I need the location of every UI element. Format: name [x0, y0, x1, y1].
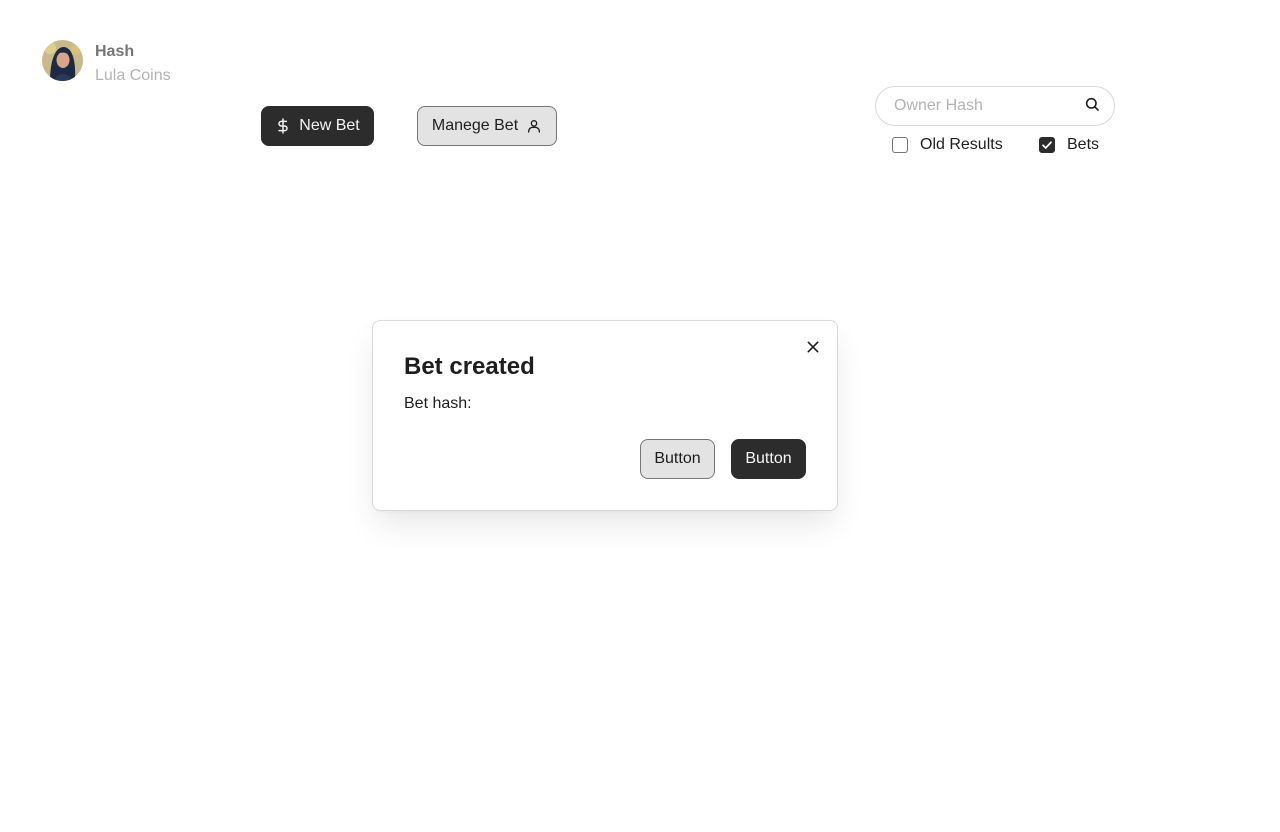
user-icon	[526, 118, 542, 134]
new-bet-button[interactable]: New Bet	[261, 106, 374, 146]
dialog-secondary-button[interactable]: Button	[640, 439, 715, 479]
dialog-primary-label: Button	[745, 450, 792, 467]
bet-created-dialog: Bet created Bet hash: Button Button	[372, 320, 838, 511]
manage-bet-label: Manege Bet	[431, 117, 519, 134]
search-icon[interactable]	[1084, 96, 1100, 117]
search-field[interactable]	[875, 86, 1115, 126]
manage-bet-button[interactable]: Manege Bet	[417, 106, 557, 146]
check-icon	[1042, 141, 1052, 149]
dialog-body: Bet hash:	[404, 395, 472, 412]
checkbox-unchecked[interactable]	[892, 137, 908, 153]
page: Hash Lula Coins New Bet Manege Bet Owner…	[0, 0, 1280, 832]
dialog-secondary-label: Button	[654, 450, 701, 467]
new-bet-label: New Bet	[299, 117, 360, 134]
checkbox-checked[interactable]	[1039, 137, 1055, 153]
search-input[interactable]	[892, 96, 1084, 116]
old-results-checkbox[interactable]: Old Results	[892, 136, 1003, 154]
avatar	[42, 40, 83, 81]
user-subtitle: Lula Coins	[95, 67, 171, 84]
bets-checkbox[interactable]: Bets	[1039, 136, 1099, 154]
dialog-primary-button[interactable]: Button	[731, 439, 806, 479]
dialog-title: Bet created	[404, 353, 535, 380]
bets-label: Bets	[1067, 136, 1100, 153]
user-profile: Hash Lula Coins	[42, 40, 171, 86]
user-name: Hash	[95, 43, 135, 60]
dollar-sign-icon	[275, 118, 291, 134]
close-icon[interactable]	[801, 335, 825, 359]
old-results-label: Old Results	[920, 136, 1003, 153]
